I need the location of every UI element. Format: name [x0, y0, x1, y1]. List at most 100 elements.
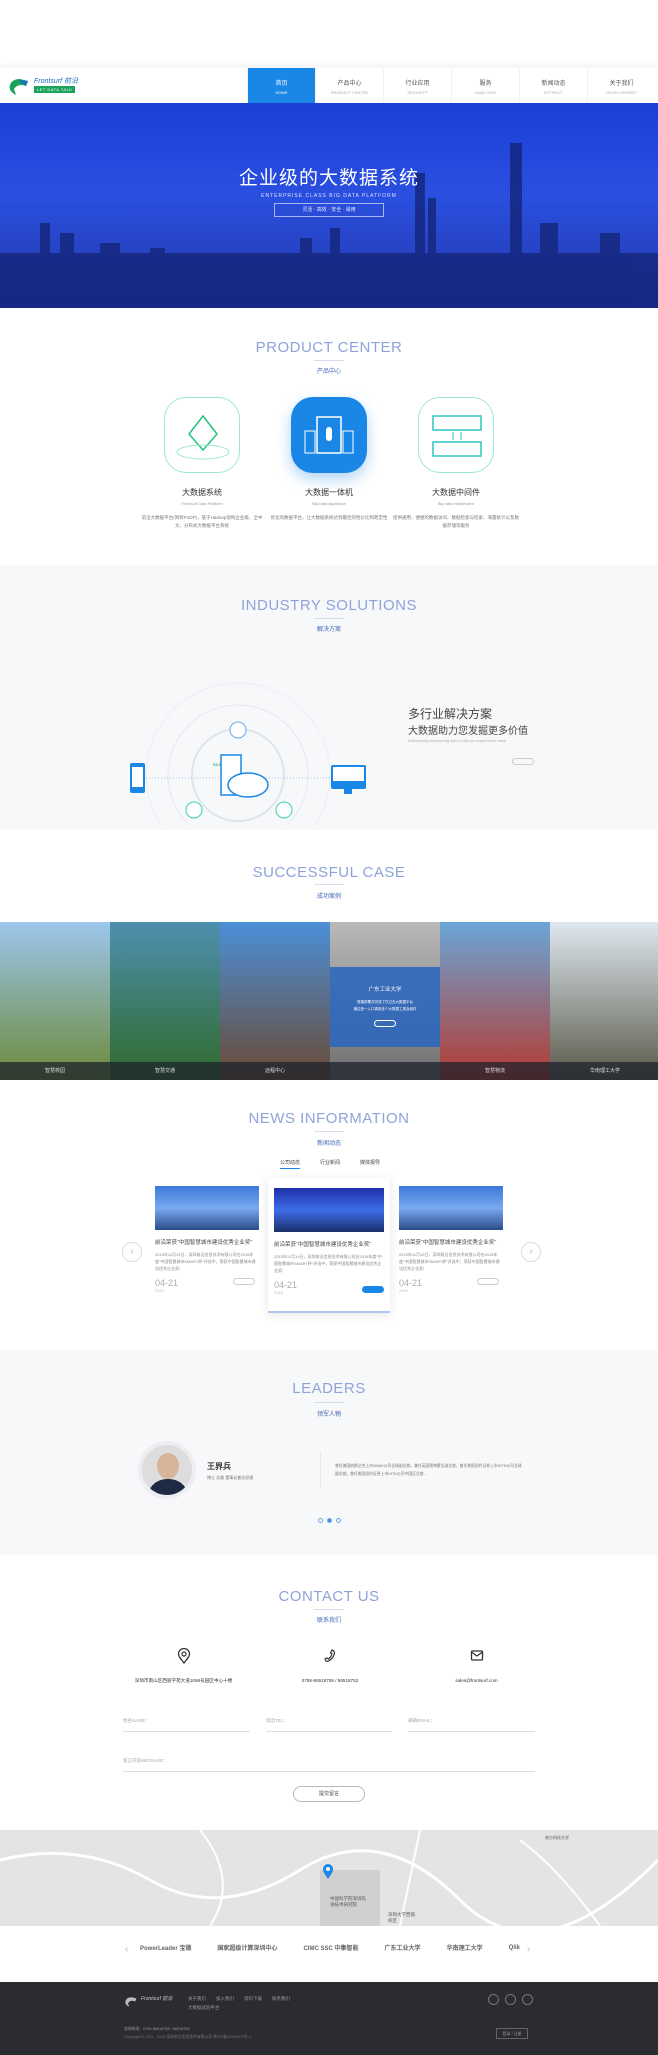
product-card[interactable]: 大数据一体机 Big Data Appliance 优化的数据平台，让大数据系统达到…: [259, 397, 399, 522]
news-tab[interactable]: 公司动态: [280, 1159, 301, 1169]
case-overlay[interactable]: 广东工业大学 搭建部署并完成了在过去大数据平台 通过统一入口调用多个大数据工具及…: [330, 967, 440, 1047]
partner-logo[interactable]: 国家超级计算深圳中心: [217, 1943, 277, 1952]
email-input[interactable]: 邮箱EMAIL：: [408, 1718, 535, 1732]
product-desc: 前沿大数据平台(简称FSDP)，基于Hadoop架构企业级、全中文、分布式大数据…: [141, 515, 263, 528]
map[interactable]: 中国科学院深圳先进技术研究院 深圳大学西丽校区 南方科技大学: [0, 1830, 658, 1926]
case-item[interactable]: 智慧物流: [440, 922, 550, 1080]
nav-item[interactable]: 行业应用 SECURITY: [383, 68, 451, 103]
main-nav: 首页 HOME 产品中心 PRODUCT CENTER 行业应用 SECURITY 服务 AN…: [247, 68, 655, 103]
case-item[interactable]: 智慧交通: [110, 922, 220, 1080]
hero-banner: 企业级的大数据系统 ENTERPRISE CLASS BIG DATA PLAT…: [0, 103, 658, 308]
footer-logo[interactable]: Frontsurf 前沿: [124, 1995, 174, 2009]
name-input[interactable]: 姓名NAME：: [123, 1718, 250, 1732]
case-label: [330, 1062, 440, 1080]
message-input[interactable]: 留言内容MESSAGE：: [123, 1758, 535, 1772]
news-tab[interactable]: 行业新闻: [320, 1159, 340, 1169]
partner-logo[interactable]: 华南理工大学: [447, 1943, 483, 1952]
partners-next-button[interactable]: ›: [527, 1944, 530, 1955]
partner-logo[interactable]: 广东工业大学: [385, 1943, 421, 1952]
case-item[interactable]: 华南理工大学: [550, 922, 658, 1080]
contact-address: 深圳市南山区西丽学苑大道1068号园区中心十楼: [134, 1678, 233, 1683]
contact-section-subtitle: 联系我们: [316, 1618, 341, 1624]
logo-text: Frontsurf 前沿: [34, 78, 78, 85]
nav-item-sublabel: EXTRACT: [544, 90, 563, 95]
news-year: 2016: [399, 1288, 408, 1293]
case-item[interactable]: 智慧校园: [0, 922, 110, 1080]
carousel-dot[interactable]: [318, 1518, 323, 1523]
contact-section-title: CONTACT US: [278, 1588, 380, 1605]
nav-item[interactable]: 服务 ANALYSES: [451, 68, 519, 103]
carousel-dot[interactable]: [327, 1518, 332, 1523]
news-image: [399, 1186, 503, 1230]
nav-item-label: 关于我们: [609, 81, 634, 87]
nav-item-sublabel: ANALYSES: [475, 90, 496, 95]
news-more-button[interactable]: [362, 1286, 384, 1293]
login-register-button[interactable]: 登录 / 注册: [496, 2028, 528, 2039]
submit-button[interactable]: 提交留言: [293, 1786, 365, 1802]
news-year: 2016: [155, 1288, 164, 1293]
nav-item[interactable]: 关于我们 DEVELOPMENT: [587, 68, 655, 103]
server-cloud-icon: [220, 754, 269, 798]
news-next-button[interactable]: ›: [521, 1242, 541, 1262]
news-card[interactable]: 前沿荣获“中国智慧城市建设优秀企业奖” 2015年11月19日，深圳前沿信息技术有…: [397, 1186, 505, 1311]
divider: [314, 1609, 344, 1610]
weibo-icon[interactable]: [522, 1994, 533, 2005]
case-item[interactable]: 远程中心: [220, 922, 330, 1080]
tel-input[interactable]: 电话TEL：: [266, 1718, 392, 1732]
footer-sub-link[interactable]: 大数据试验平台: [188, 2005, 220, 2011]
map-label: 深圳大学西丽校区: [388, 1912, 415, 1923]
news-card[interactable]: 前沿荣获“中国智慧城市建设优秀企业奖” 2015年11月19日，深圳前沿信息技术有…: [153, 1186, 261, 1311]
product-card[interactable]: 大数据系统 Frontsurf Data Platform 前沿大数据平台(简称FS…: [132, 397, 272, 530]
qq-icon[interactable]: [488, 1994, 499, 2005]
news-title[interactable]: 前沿荣获“中国智慧城市建设优秀企业奖”: [399, 1238, 503, 1246]
divider: [320, 1453, 321, 1488]
nav-item-sublabel: SECURITY: [407, 90, 428, 95]
news-tab[interactable]: 媒体报导: [360, 1159, 380, 1169]
nav-item-sublabel: PRODUCT CENTER: [330, 90, 369, 95]
nav-item[interactable]: 新闻动态 EXTRACT: [519, 68, 587, 103]
news-desc: 2015年11月19日，深圳前沿信息技术有限公司在2015年度“中国智慧城市SM…: [274, 1254, 382, 1273]
contact-email[interactable]: sales@frontsurf.com: [403, 1678, 550, 1683]
news-prev-button[interactable]: ‹: [122, 1242, 142, 1262]
solution-diagram: BDA: [130, 682, 366, 825]
case-label: 远程中心: [220, 1062, 330, 1080]
news-title[interactable]: 前沿荣获“中国智慧城市建设优秀企业奖”: [274, 1240, 384, 1248]
wechat-icon[interactable]: [505, 1994, 516, 2005]
map-pin-icon[interactable]: [322, 1863, 334, 1879]
footer-link[interactable]: 关于我们: [188, 1996, 206, 2002]
footer-link[interactable]: 资料下载: [244, 1996, 262, 2002]
nav-item-label: 新闻动态: [541, 81, 566, 87]
carousel-dot[interactable]: [336, 1518, 341, 1523]
partners-prev-button[interactable]: ‹: [125, 1944, 128, 1955]
logo[interactable]: Frontsurf 前沿 LET DATA TALK: [8, 76, 98, 98]
news-card[interactable]: 前沿荣获“中国智慧城市建设优秀企业奖” 2015年11月19日，深圳前沿信息技术有…: [268, 1178, 390, 1313]
edit-icon: [185, 801, 203, 819]
product-english-name: Frontsurf Data Platform: [181, 501, 223, 506]
svg-text:BDA: BDA: [213, 762, 222, 767]
industry-more-button[interactable]: [512, 758, 534, 765]
footer-link[interactable]: 加入我们: [216, 1996, 234, 2002]
footer-link[interactable]: 联系我们: [272, 1996, 290, 2002]
nav-item[interactable]: 产品中心 PRODUCT CENTER: [315, 68, 383, 103]
news-more-button[interactable]: [233, 1278, 255, 1285]
partner-logo[interactable]: CIMC SSC 中集智能: [303, 1943, 358, 1952]
leader-role: 博士 总裁 董事长兼总经理: [207, 1475, 254, 1480]
divider: [314, 1402, 344, 1403]
news-section-subtitle: 新闻动态: [316, 1141, 341, 1147]
news-more-button[interactable]: [477, 1278, 499, 1285]
logo-slogan: LET DATA TALK: [34, 86, 76, 93]
case-label: 智慧交通: [110, 1062, 220, 1080]
product-card[interactable]: 大数据中间件 Big data middleware 提供通用、便捷的数据访问、数据…: [386, 397, 526, 530]
case-overlay-title: 广东工业大学: [368, 987, 402, 993]
divider: [314, 1131, 344, 1132]
industry-section: INDUSTRY SOLUTIONS 解决方案 BDA 多行业解决方案 大数据助…: [0, 565, 658, 830]
partner-logo[interactable]: PowerLeader 宝德: [140, 1943, 191, 1952]
footer-logo-text: Frontsurf 前沿: [141, 1996, 173, 2002]
target-icon: [229, 721, 247, 739]
partner-logo[interactable]: Qlik: [509, 1945, 520, 1951]
case-more-button[interactable]: [374, 1020, 396, 1027]
nav-item[interactable]: 首页 HOME: [247, 68, 315, 103]
map-label: 中国科学院深圳先进技术研究院: [330, 1896, 366, 1907]
news-title[interactable]: 前沿荣获“中国智慧城市建设优秀企业奖”: [155, 1238, 259, 1246]
case-label: 华南理工大学: [550, 1062, 658, 1080]
